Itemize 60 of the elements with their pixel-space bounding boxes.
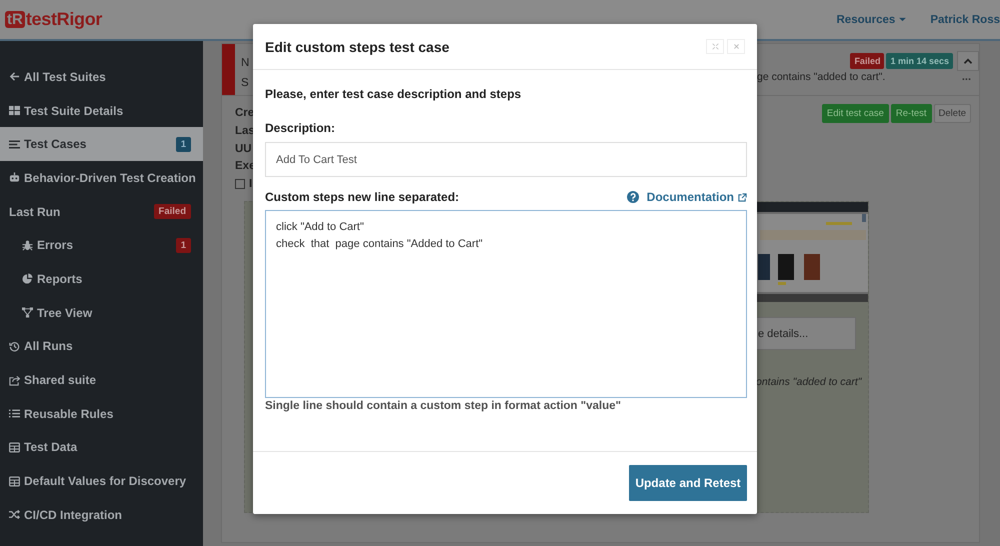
expand-icon: [712, 43, 718, 50]
update-and-retest-button[interactable]: Update and Retest: [629, 465, 747, 501]
sidebar-item[interactable]: Test Cases 1: [0, 127, 203, 162]
sidebar-item[interactable]: All Runs: [0, 330, 203, 364]
field-label: Description:: [265, 121, 336, 135]
sidebar-item[interactable]: All Test Suites: [0, 60, 203, 94]
bug-icon: [22, 240, 33, 251]
logo-text: testRigor: [26, 9, 102, 30]
count-badge: 1: [176, 238, 191, 253]
step-text: ontains "added to cart": [756, 376, 863, 388]
close-icon: [732, 43, 740, 50]
menu-icon: [9, 138, 20, 150]
detail-label: Cre: [235, 106, 254, 121]
table-icon: [9, 442, 20, 453]
share-icon: [9, 374, 20, 386]
instruction-text: Please, enter test case description and steps: [265, 87, 522, 101]
text-fragment: N: [241, 56, 250, 71]
status-stripe: [222, 44, 235, 95]
documentation-link[interactable]: Documentation: [626, 190, 747, 204]
hint-text: Single line should contain a custom step in format action "value": [265, 400, 622, 412]
sidebar-item[interactable]: Errors 1: [0, 228, 203, 262]
tree-icon: [22, 307, 33, 318]
logo-mark: tR: [5, 11, 25, 28]
sidebar-item[interactable]: Default Values for Discovery: [0, 464, 203, 498]
table-icon: [9, 476, 20, 487]
sidebar-item[interactable]: Reports: [0, 262, 203, 296]
dialog-title: Edit custom steps test case: [265, 38, 450, 54]
arrow-left-icon: [9, 71, 20, 82]
chevron-up-icon: [963, 58, 973, 64]
sidebar-item[interactable]: Test Suite Details: [0, 94, 203, 128]
steps-field[interactable]: click "Add to Cart" check that page contains "Added to Cart": [265, 210, 747, 398]
sidebar-item[interactable]: Tree View: [0, 296, 203, 330]
checkbox-label: I: [249, 176, 252, 192]
details-button[interactable]: e details...: [756, 317, 856, 350]
detail-label: UU: [235, 142, 252, 156]
field-label: Custom steps new line separated:: [265, 190, 460, 204]
status-badge: Failed: [154, 204, 191, 220]
text-fragment: S: [241, 76, 250, 91]
grid-icon: [9, 105, 20, 116]
caret-icon: [899, 17, 906, 22]
count-badge: 1: [176, 136, 191, 152]
status-badge: Failed: [850, 53, 884, 69]
input-field[interactable]: Add To Cart Test: [265, 142, 747, 177]
history-icon: [9, 340, 20, 352]
duration-badge: 1 min 14 secs: [886, 53, 953, 69]
checkbox[interactable]: [235, 179, 245, 190]
sidebar-item[interactable]: Last Run Failed: [0, 194, 203, 228]
sidebar-item[interactable]: Shared suite: [0, 363, 203, 397]
sidebar-item[interactable]: Reusable Rules: [0, 396, 203, 431]
list-icon: [9, 408, 20, 420]
help-icon: [626, 191, 639, 203]
pie-chart-icon: [22, 273, 33, 284]
external-link-icon: [738, 192, 747, 202]
sidebar-item[interactable]: Test Data: [0, 430, 203, 464]
sidebar-item[interactable]: Behavior-Driven Test Creation: [0, 161, 203, 195]
robot-icon: [9, 172, 20, 184]
sidebar-item[interactable]: CI/CD Integration: [0, 498, 203, 532]
summary-text: ge contains "added to cart".: [757, 71, 886, 83]
shuffle-icon: [9, 509, 20, 520]
collapse-button[interactable]: [957, 51, 979, 71]
